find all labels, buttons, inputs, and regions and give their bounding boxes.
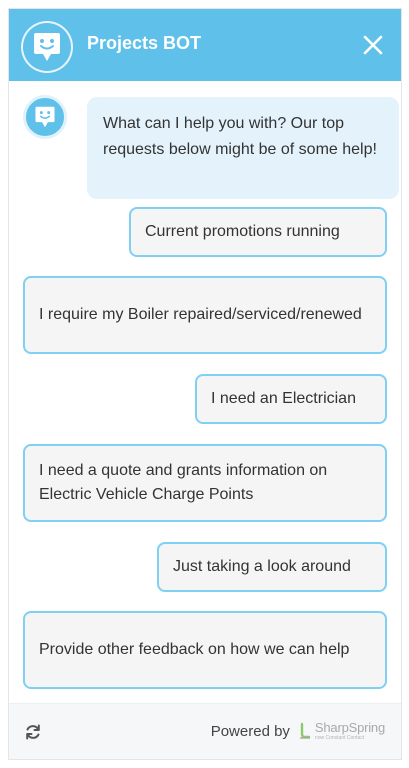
refresh-icon: [26, 724, 40, 740]
bot-face-icon: [35, 106, 55, 128]
bot-avatar: [21, 21, 73, 73]
sharpspring-logo[interactable]: SharpSpring now Constant Contact: [298, 721, 385, 741]
sharpspring-logo-icon: [299, 722, 311, 739]
chat-footer: Powered by SharpSpring now Constant Cont…: [9, 703, 401, 759]
refresh-button[interactable]: [21, 720, 45, 744]
powered-by: Powered by SharpSpring now Constant Cont…: [211, 721, 385, 741]
chat-widget: Projects BOT What can I help you with? O…: [8, 8, 402, 760]
option-ev-charge-points[interactable]: I need a quote and grants information on…: [23, 444, 387, 522]
option-boiler-repair[interactable]: I require my Boiler repaired/serviced/re…: [23, 276, 387, 354]
chat-title: Projects BOT: [87, 33, 202, 53]
option-look-around[interactable]: Just taking a look around: [157, 542, 387, 592]
powered-by-label: Powered by: [210, 722, 290, 740]
option-other-feedback[interactable]: Provide other feedback on how we can hel…: [23, 611, 387, 689]
close-icon: [363, 35, 383, 55]
bot-message-bubble: What can I help you with? Our top reques…: [87, 97, 399, 199]
chat-header: Projects BOT: [9, 9, 401, 81]
brand-name: SharpSpring: [314, 720, 385, 735]
sharpspring-wordmark: SharpSpring now Constant Contact: [315, 721, 385, 741]
bot-face-icon: [34, 33, 60, 61]
option-current-promotions[interactable]: Current promotions running: [129, 207, 387, 257]
brand-subtitle: now Constant Contact: [314, 735, 365, 741]
option-electrician[interactable]: I need an Electrician: [195, 374, 387, 424]
bot-message-avatar: [23, 95, 67, 139]
close-button[interactable]: [355, 27, 391, 63]
